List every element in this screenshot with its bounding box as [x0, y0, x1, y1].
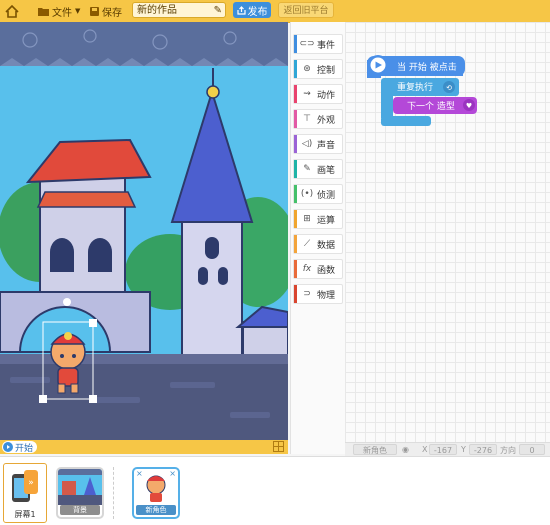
- sprite-panel: » 屏幕1 背景 × × 新角色: [0, 456, 550, 525]
- stage-scene: [0, 22, 288, 440]
- speaker-icon: ◁): [301, 139, 313, 149]
- phone-icon: »: [12, 470, 38, 502]
- save-icon: [90, 6, 99, 16]
- fx-icon: fx: [302, 264, 312, 274]
- code-workspace[interactable]: 当 开始 被点击 ⟲ 重复执行 ♥ 下一个 造型: [345, 22, 550, 442]
- file-menu-label: 文件: [52, 7, 72, 19]
- x-label: X: [422, 445, 428, 454]
- project-name-input[interactable]: 新的作品 ✎: [132, 2, 226, 18]
- pencil-icon: ✎: [303, 164, 311, 174]
- eye-icon[interactable]: ◉: [402, 445, 409, 454]
- home-icon: [5, 4, 19, 18]
- stage-control-bar: 开始: [0, 440, 288, 454]
- direction-label: 方向: [500, 446, 516, 455]
- start-button[interactable]: 开始: [2, 441, 38, 454]
- radar-icon: (•): [300, 189, 314, 199]
- hat-block-label: 当 开始 被点击: [397, 61, 457, 73]
- category-operators[interactable]: ⊞ 运算: [293, 209, 343, 229]
- category-control[interactable]: ⊛ 控制: [293, 59, 343, 79]
- category-motion[interactable]: ⇝ 动作: [293, 84, 343, 104]
- next-costume-block[interactable]: ♥ 下一个 造型: [393, 97, 477, 114]
- stage-canvas[interactable]: [0, 22, 288, 440]
- run-icon: ⇝: [303, 89, 311, 99]
- category-data[interactable]: ⟋ 数据: [293, 234, 343, 254]
- home-button[interactable]: [0, 0, 24, 22]
- pencil-icon: ✎: [213, 5, 222, 16]
- save-button[interactable]: 保存: [90, 2, 122, 20]
- scene-label: 屏幕1: [14, 510, 36, 519]
- panel-divider: [113, 467, 114, 519]
- sprite-card-selected[interactable]: × × 新角色: [132, 467, 180, 519]
- folder-icon: [38, 7, 49, 16]
- category-pen[interactable]: ✎ 画笔: [293, 159, 343, 179]
- category-sensing[interactable]: (•) 侦测: [293, 184, 343, 204]
- toggle-icon: ⊂⊃: [299, 39, 315, 49]
- publish-label: 发布: [247, 6, 268, 18]
- chevron-down-icon: ▼: [75, 7, 81, 15]
- scene-thumbnail[interactable]: » 屏幕1: [3, 463, 47, 523]
- close-icon-right[interactable]: ×: [169, 469, 176, 478]
- close-icon[interactable]: ×: [136, 469, 143, 478]
- sprite-label: 新角色: [136, 505, 176, 515]
- x-field[interactable]: -167: [429, 444, 457, 455]
- save-label: 保存: [102, 7, 122, 19]
- when-start-clicked-block[interactable]: 当 开始 被点击: [367, 55, 465, 78]
- play-icon: [3, 442, 13, 452]
- category-functions[interactable]: fx 函数: [293, 259, 343, 279]
- block-category-palette: ⊂⊃ 事件 ⊛ 控制 ⇝ 动作 ⊤ 外观 ◁) 声音 ✎ 画笔 (•) 侦测 ⊞ 运算 ⟋ 数据 …: [290, 22, 346, 454]
- share-icon: [236, 5, 246, 15]
- publish-button[interactable]: 发布: [233, 2, 271, 18]
- sprite-info-bar: 新角色 ◉ X -167 Y -276 方向 0: [345, 442, 550, 457]
- start-label: 开始: [15, 443, 34, 454]
- category-sound[interactable]: ◁) 声音: [293, 134, 343, 154]
- gamepad-icon: ⊛: [303, 64, 311, 74]
- return-old-platform-button[interactable]: 返回旧平台: [278, 2, 334, 18]
- direction-field[interactable]: 0: [519, 444, 545, 455]
- y-field[interactable]: -276: [469, 444, 497, 455]
- magnet-icon: ⊃: [303, 289, 311, 299]
- background-card[interactable]: 背景: [56, 467, 104, 519]
- shirt-icon: ⊤: [303, 114, 311, 124]
- next-costume-label: 下一个 造型: [407, 100, 455, 112]
- file-menu-button[interactable]: 文件 ▼: [38, 2, 80, 20]
- sprite-name-field[interactable]: 新角色: [353, 444, 397, 455]
- script-blocks: 当 开始 被点击 ⟲ 重复执行 ♥ 下一个 造型: [367, 55, 477, 126]
- repeat-block-label: 重复执行: [397, 81, 433, 93]
- background-thumbnail: [58, 469, 102, 505]
- costume-icon: ♥: [466, 102, 472, 110]
- top-toolbar: 文件 ▼ 保存 新的作品 ✎ 发布 返回旧平台: [0, 0, 550, 23]
- category-looks[interactable]: ⊤ 外观: [293, 109, 343, 129]
- category-events[interactable]: ⊂⊃ 事件: [293, 34, 343, 54]
- project-name-text: 新的作品: [137, 5, 177, 16]
- loop-icon: ⟲: [446, 84, 452, 92]
- category-physics[interactable]: ⊃ 物理: [293, 284, 343, 304]
- calc-icon: ⊞: [303, 214, 311, 224]
- chart-icon: ⟋: [303, 239, 311, 249]
- background-label: 背景: [60, 505, 100, 515]
- fullscreen-icon[interactable]: [273, 441, 284, 452]
- svg-text:»: »: [28, 478, 34, 488]
- y-label: Y: [461, 445, 466, 454]
